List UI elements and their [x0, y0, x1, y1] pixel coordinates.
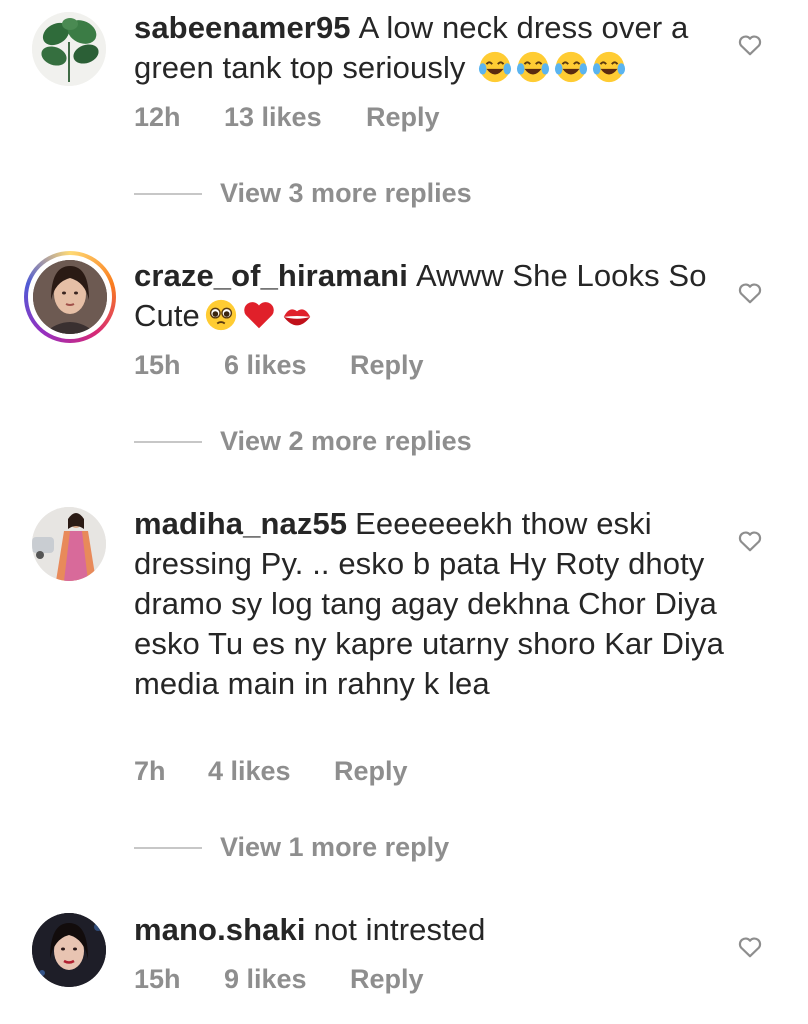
comment-time: 7h — [134, 756, 166, 786]
comment-text: mano.shaki not intrested — [134, 910, 724, 950]
divider-line — [134, 192, 202, 195]
avatar[interactable] — [32, 12, 106, 86]
comment-likes[interactable]: 4 likes — [208, 756, 334, 787]
reply-button[interactable]: Reply — [350, 964, 424, 995]
reply-button[interactable]: Reply — [366, 102, 440, 133]
plant-avatar-image — [32, 12, 106, 86]
comment-username[interactable]: craze_of_hiramani — [134, 258, 408, 293]
comment-text: sabeenamer95 A low neck dress over a gree… — [134, 8, 724, 88]
comment-body: not intrested — [313, 912, 486, 947]
comment-text: craze_of_hiramani Awww She Looks So Cute — [134, 256, 724, 336]
comment-username[interactable]: madiha_naz55 — [134, 506, 347, 541]
pleading-face-icon — [205, 299, 237, 331]
like-heart-icon[interactable] — [737, 280, 763, 306]
avatar[interactable] — [33, 260, 107, 334]
profile-photo — [32, 913, 106, 987]
comment-likes[interactable]: 13 likes — [224, 102, 366, 133]
view-replies-label: View 1 more reply — [220, 832, 450, 862]
divider-line — [134, 440, 202, 443]
comment-meta: 15h 6 likes Reply — [134, 350, 424, 381]
comment-meta: 12h 13 likes Reply — [134, 102, 440, 133]
reply-button[interactable]: Reply — [334, 756, 408, 787]
comment-time: 12h — [134, 102, 181, 132]
story-ring[interactable] — [24, 251, 116, 343]
comment-username[interactable]: sabeenamer95 — [134, 10, 351, 45]
face-with-tears-of-joy-icon — [479, 51, 512, 83]
comment-time: 15h — [134, 350, 181, 380]
view-replies-button[interactable]: View 3 more replies — [134, 178, 472, 209]
red-heart-icon — [244, 302, 274, 329]
profile-photo — [33, 260, 107, 334]
face-with-tears-of-joy-icon — [555, 51, 588, 83]
view-replies-label: View 2 more replies — [220, 426, 472, 456]
like-heart-icon[interactable] — [737, 934, 763, 960]
reply-button[interactable]: Reply — [350, 350, 424, 381]
avatar[interactable] — [32, 507, 106, 581]
view-replies-button[interactable]: View 2 more replies — [134, 426, 472, 457]
profile-photo — [32, 507, 106, 581]
kiss-mark-icon — [283, 309, 311, 326]
comment-text: madiha_naz55 Eeeeeeekh thow eski dressing… — [134, 504, 724, 704]
comment-likes[interactable]: 9 likes — [224, 964, 350, 995]
face-with-tears-of-joy-icon — [593, 51, 626, 83]
comment-meta: 7h 4 likes Reply — [134, 756, 408, 787]
like-heart-icon[interactable] — [737, 32, 763, 58]
like-heart-icon[interactable] — [737, 528, 763, 554]
avatar[interactable] — [32, 913, 106, 987]
view-replies-label: View 3 more replies — [220, 178, 472, 208]
comment-username[interactable]: mano.shaki — [134, 912, 306, 947]
comment-meta: 15h 9 likes Reply — [134, 964, 424, 995]
divider-line — [134, 846, 202, 849]
face-with-tears-of-joy-icon — [517, 51, 550, 83]
view-replies-button[interactable]: View 1 more reply — [134, 832, 449, 863]
comment-likes[interactable]: 6 likes — [224, 350, 350, 381]
comment-time: 15h — [134, 964, 181, 994]
